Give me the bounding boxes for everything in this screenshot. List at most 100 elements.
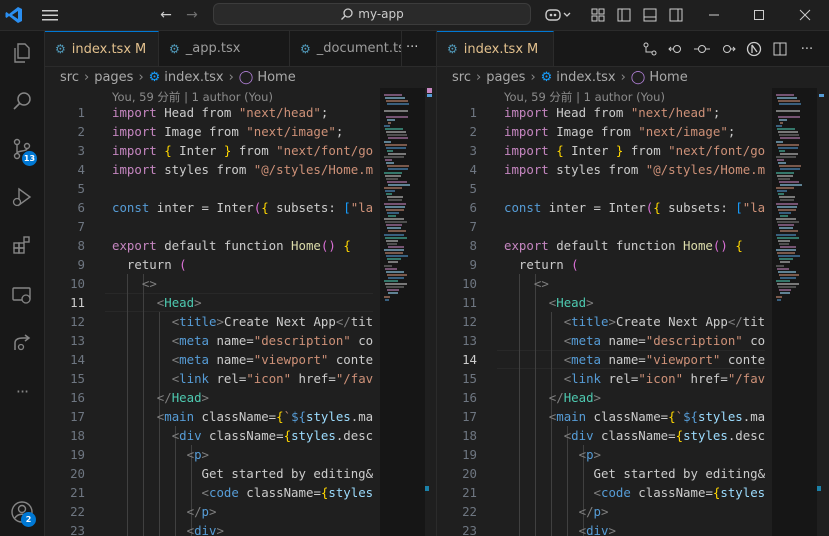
run-debug-icon[interactable]: [6, 181, 38, 213]
menu-icon[interactable]: [40, 5, 60, 25]
code-line[interactable]: 4 import styles from "@/styles/Home.m: [45, 160, 375, 179]
tab-document-tsx[interactable]: ⚙ _document.ts: [290, 31, 402, 66]
breadcrumb-item[interactable]: pages: [486, 70, 525, 85]
code-line[interactable]: 23 <div>: [437, 521, 767, 536]
code-line[interactable]: 6 const inter = Inter({ subsets: ["la: [45, 198, 375, 217]
live-share-icon[interactable]: [6, 327, 38, 359]
toggle-secondary-sidebar-icon[interactable]: [666, 5, 686, 25]
vertical-scrollbar[interactable]: [817, 88, 829, 536]
code-line[interactable]: 9 return (: [437, 255, 767, 274]
toggle-panel-icon[interactable]: [640, 5, 660, 25]
code-line[interactable]: 21 <code className={styles: [437, 483, 767, 502]
minimap-line: [384, 295, 390, 298]
breadcrumb-item[interactable]: src: [60, 70, 79, 85]
code-line[interactable]: 9 return (: [45, 255, 375, 274]
toggle-primary-sidebar-icon[interactable]: [614, 5, 634, 25]
search-icon[interactable]: [6, 85, 38, 117]
tabs-more-actions[interactable]: ···: [406, 40, 418, 55]
code-line[interactable]: 14 <meta name="viewport" conte: [45, 350, 375, 369]
code-line[interactable]: 20 Get started by editing&: [437, 464, 767, 483]
code-line[interactable]: 1 import Head from "next/head";: [437, 103, 767, 122]
vscode-logo-icon: [4, 5, 24, 25]
code-line[interactable]: 3 import { Inter } from "next/font/go: [437, 141, 767, 160]
code-line[interactable]: 22 </p>: [437, 502, 767, 521]
code-line[interactable]: 17 <main className={`${styles.ma: [45, 407, 375, 426]
code-line[interactable]: 2 import Image from "next/image";: [45, 122, 375, 141]
code-line[interactable]: 11 <Head>: [437, 293, 767, 312]
code-line[interactable]: 21 <code className={styles: [45, 483, 375, 502]
code-line[interactable]: 6 const inter = Inter({ subsets: ["la: [437, 198, 767, 217]
open-changes-icon[interactable]: [640, 39, 660, 59]
code-line[interactable]: 20 Get started by editing&: [45, 464, 375, 483]
code-line[interactable]: 1 import Head from "next/head";: [45, 103, 375, 122]
code-line[interactable]: 11 <Head>: [45, 293, 375, 312]
code-line[interactable]: 16 </Head>: [45, 388, 375, 407]
minimap[interactable]: [772, 88, 820, 536]
remote-explorer-icon[interactable]: [6, 279, 38, 311]
minimize-window-icon[interactable]: [704, 5, 724, 25]
code-line[interactable]: 13 <meta name="description" co: [437, 331, 767, 350]
minimap-line: [778, 255, 800, 258]
code-line[interactable]: 15 <link rel="icon" href="/fav: [437, 369, 767, 388]
code-line[interactable]: 18 <div className={styles.desc: [437, 426, 767, 445]
code-line[interactable]: 22 </p>: [45, 502, 375, 521]
source-control-icon[interactable]: 13: [6, 133, 38, 166]
breadcrumb-item[interactable]: Home: [649, 70, 687, 85]
code-line[interactable]: 8 export default function Home() {: [437, 236, 767, 255]
open-preview-icon[interactable]: [744, 39, 764, 59]
breadcrumb-item[interactable]: Home: [257, 70, 295, 85]
code-line[interactable]: 19 <p>: [437, 445, 767, 464]
copilot-icon[interactable]: [543, 5, 573, 25]
vertical-scrollbar[interactable]: [425, 88, 436, 536]
code-line[interactable]: 3 import { Inter } from "next/font/go: [45, 141, 375, 160]
code-line[interactable]: 7: [437, 217, 767, 236]
customize-layout-icon[interactable]: [588, 5, 608, 25]
accounts-icon[interactable]: 2: [6, 496, 38, 528]
forward-arrow-icon[interactable]: →: [182, 5, 202, 25]
code-line[interactable]: 23 <div>: [45, 521, 375, 536]
breadcrumb-item[interactable]: pages: [94, 70, 133, 85]
code-line[interactable]: 13 <meta name="description" co: [45, 331, 375, 350]
code-line[interactable]: 14 <meta name="viewport" conte: [437, 350, 767, 369]
code-line[interactable]: 4 import styles from "@/styles/Home.m: [437, 160, 767, 179]
code-line[interactable]: 10 <>: [45, 274, 375, 293]
back-arrow-icon[interactable]: ←: [156, 5, 176, 25]
command-center-search[interactable]: my-app: [213, 3, 531, 25]
previous-change-icon[interactable]: [666, 39, 686, 59]
more-icon[interactable]: ···: [6, 375, 38, 407]
code-line[interactable]: 5: [437, 179, 767, 198]
close-window-icon[interactable]: [795, 5, 815, 25]
code-line[interactable]: 19 <p>: [45, 445, 375, 464]
code-line[interactable]: 12 <title>Create Next App</tit: [437, 312, 767, 331]
extensions-icon[interactable]: [6, 229, 38, 261]
code-line[interactable]: 16 </Head>: [437, 388, 767, 407]
line-number: 4: [469, 162, 477, 177]
breadcrumb-item[interactable]: index.tsx: [556, 70, 615, 85]
code-line[interactable]: 2 import Image from "next/image";: [437, 122, 767, 141]
timeline-icon[interactable]: [692, 39, 712, 59]
code-line[interactable]: 7: [45, 217, 375, 236]
minimap-line: [385, 159, 392, 162]
minimap[interactable]: [380, 88, 428, 536]
breadcrumb-item[interactable]: index.tsx: [164, 70, 223, 85]
maximize-window-icon[interactable]: [749, 5, 769, 25]
code-line[interactable]: 15 <link rel="icon" href="/fav: [45, 369, 375, 388]
code-line[interactable]: 5: [45, 179, 375, 198]
split-editor-icon[interactable]: [770, 39, 790, 59]
next-change-icon[interactable]: [718, 39, 738, 59]
code-text: </Head>: [156, 390, 209, 405]
minimap-line: [388, 137, 408, 140]
breadcrumb-item[interactable]: src: [452, 70, 471, 85]
code-line[interactable]: 12 <title>Create Next App</tit: [45, 312, 375, 331]
code-line[interactable]: 10 <>: [437, 274, 767, 293]
code-text: <>: [533, 276, 549, 291]
code-line[interactable]: 17 <main className={`${styles.ma: [437, 407, 767, 426]
minimap-line: [384, 171, 402, 174]
tab-app-tsx[interactable]: ⚙ _app.tsx: [159, 31, 290, 66]
explorer-icon[interactable]: [6, 37, 38, 69]
more-actions-icon[interactable]: ···: [797, 39, 817, 59]
code-line[interactable]: 18 <div className={styles.desc: [45, 426, 375, 445]
tab-index-tsx[interactable]: ⚙ index.tsx M: [45, 31, 159, 66]
tab-index-tsx[interactable]: ⚙ index.tsx M: [437, 31, 554, 66]
code-line[interactable]: 8 export default function Home() {: [45, 236, 375, 255]
